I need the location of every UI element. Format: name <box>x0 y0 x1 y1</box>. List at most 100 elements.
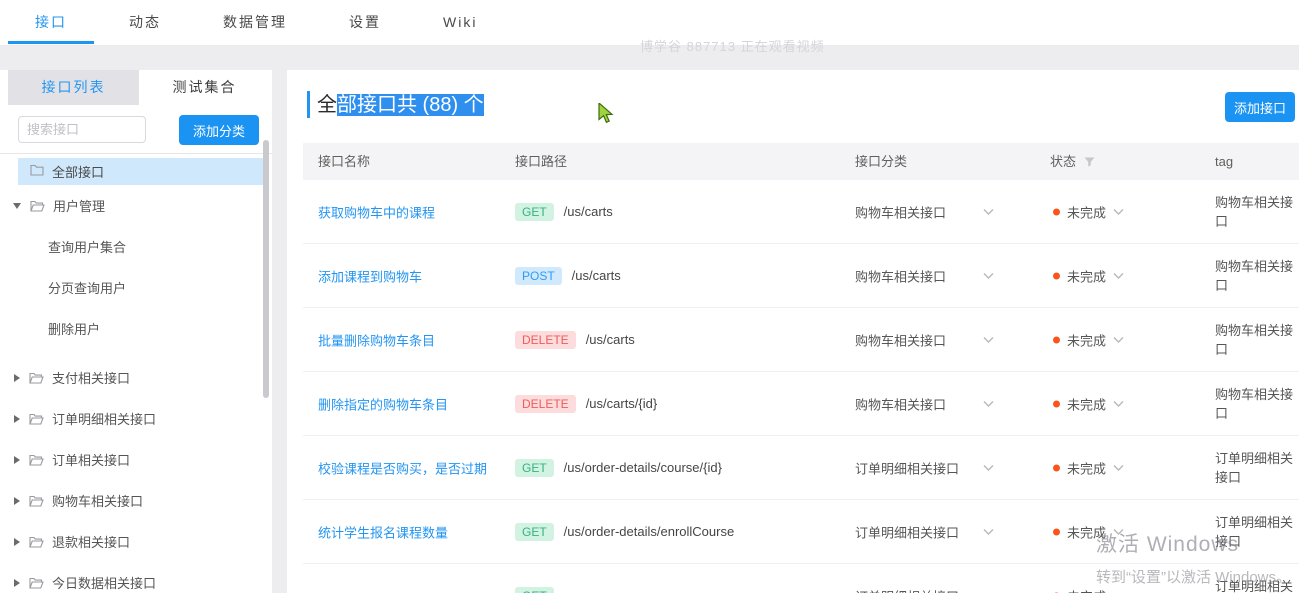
tree-group-cart[interactable]: 购物车相关接口 <box>0 480 272 521</box>
status-chevron-down-icon[interactable] <box>1113 464 1124 471</box>
caret-down-icon[interactable] <box>13 202 21 209</box>
api-path-cell: POST/us/carts <box>515 266 621 285</box>
caret-right-icon[interactable] <box>14 578 20 587</box>
api-path: /us/carts <box>563 204 613 219</box>
api-path: /us/carts/{id} <box>585 396 658 411</box>
status-label: 未完成 <box>1067 397 1107 412</box>
method-badge: DELETE <box>515 394 576 413</box>
api-path-cell: GET/us/order-details/enrollCourse <box>515 522 735 541</box>
header-path: 接口路径 <box>515 154 568 169</box>
status-label: 未完成 <box>1067 586 1106 593</box>
tree-group-label: 订单明细相关接口 <box>52 412 157 427</box>
status-chevron-down-icon[interactable] <box>1113 272 1124 279</box>
main-panel: 全部接口共 (88) 个 添加接口 接口名称 接口路径 接口分类 状态 tag … <box>287 70 1299 593</box>
status-chevron-down-icon[interactable] <box>1113 336 1124 343</box>
status-chevron-down-icon[interactable] <box>1113 400 1124 407</box>
tree-child-item[interactable]: 删除用户 <box>0 308 272 349</box>
api-name-link[interactable]: 校验课程是否购买，是否过期 <box>318 458 487 477</box>
tree-child-item[interactable]: 分页查询用户 <box>0 267 272 308</box>
category-chevron-down-icon[interactable] <box>983 208 994 215</box>
header-status: 状态 <box>1050 143 1095 180</box>
status-dropdown[interactable]: 未完成 <box>1053 522 1124 541</box>
caret-right-icon[interactable] <box>14 496 20 505</box>
status-dropdown[interactable]: 未完成 <box>1053 266 1124 285</box>
tree-group-orders[interactable]: 订单相关接口 <box>0 439 272 480</box>
api-name-link[interactable]: 获取购物车中的课程 <box>318 202 435 221</box>
page-title: 全部接口共 (88) 个 <box>317 92 484 118</box>
api-tag: 购物车相关接口 <box>1215 194 1294 229</box>
nav-tab-settings[interactable]: 设置 <box>349 0 381 45</box>
caret-right-icon[interactable] <box>14 455 20 464</box>
caret-right-icon[interactable] <box>14 414 20 423</box>
category-chevron-down-icon[interactable] <box>983 400 994 407</box>
header-status-label: 状态 <box>1050 154 1077 169</box>
api-table: 接口名称 接口路径 接口分类 状态 tag 获取购物车中的课程 GET/us/ca… <box>303 143 1299 593</box>
category-chevron-down-icon[interactable] <box>983 528 994 535</box>
api-category: 订单明细相关接口 <box>855 461 960 476</box>
nav-tab-interfaces[interactable]: 接口 <box>8 0 94 45</box>
status-filter-icon[interactable] <box>1084 155 1095 170</box>
tree-group-label: 订单相关接口 <box>52 453 131 468</box>
category-chevron-down-icon[interactable] <box>983 464 994 471</box>
status-dropdown[interactable]: 未完成 <box>1053 202 1124 221</box>
caret-right-icon[interactable] <box>14 537 20 546</box>
status-dot <box>1053 272 1060 279</box>
header-category: 接口分类 <box>855 154 908 169</box>
api-path-cell: GET/us/order-details/course/{id} <box>515 458 722 477</box>
api-category: 订单明细相关接口 <box>855 586 959 593</box>
api-tag: 购物车相关接口 <box>1215 322 1294 357</box>
folder-icon <box>29 454 44 466</box>
tree-child-item[interactable]: 查询用户集合 <box>0 226 272 267</box>
api-tag: 订单明细相关接口 <box>1215 514 1294 549</box>
nav-tab-dynamics[interactable]: 动态 <box>129 0 161 45</box>
sidebar-tabs: 接口列表 测试集合 <box>8 70 270 105</box>
nav-tab-wiki[interactable]: Wiki <box>443 0 477 45</box>
api-path: /us/carts <box>585 332 635 347</box>
caret-right-icon[interactable] <box>14 373 20 382</box>
search-input[interactable] <box>18 116 146 143</box>
api-row: 批量删除购物车条目 DELETE/us/carts 购物车相关接口 未完成 购物车相关接… <box>303 308 1299 372</box>
tree-group-payment[interactable]: 支付相关接口 <box>0 357 272 398</box>
sidebar-scrollbar-thumb[interactable] <box>263 140 269 398</box>
status-dot <box>1053 528 1060 535</box>
api-name-link[interactable]: 批量删除购物车条目 <box>318 330 435 349</box>
mouse-cursor <box>598 101 615 129</box>
category-chevron-down-icon[interactable] <box>983 336 994 343</box>
api-path: /us/order-details/enrollCourse <box>563 524 735 539</box>
add-interface-button[interactable]: 添加接口 <box>1225 92 1295 122</box>
add-category-button[interactable]: 添加分类 <box>179 115 259 145</box>
tree-group-refund[interactable]: 退款相关接口 <box>0 521 272 562</box>
method-badge: GET <box>515 458 554 477</box>
header-name: 接口名称 <box>318 154 371 169</box>
method-badge: POST <box>515 266 562 285</box>
status-chevron-down-icon[interactable] <box>1113 208 1124 215</box>
method-badge: GET <box>515 202 554 221</box>
tree-group-label: 支付相关接口 <box>52 371 131 386</box>
nav-tabs: 接口 动态 数据管理 设置 Wiki <box>0 0 477 45</box>
status-label: 未完成 <box>1067 461 1107 476</box>
nav-tab-data-management[interactable]: 数据管理 <box>223 0 287 45</box>
status-dropdown[interactable]: 未完成 <box>1053 330 1124 349</box>
tree-item-all-interfaces[interactable]: 全部接口 <box>18 158 263 185</box>
tree-item-label: 全部接口 <box>52 165 105 180</box>
api-name-link[interactable]: 统计学生报名课程数量 <box>318 522 448 541</box>
api-name-link[interactable]: 删除指定的购物车条目 <box>318 394 448 413</box>
tree-group-today-data[interactable]: 今日数据相关接口 <box>0 562 272 593</box>
api-name-link[interactable]: 添加课程到购物车 <box>318 266 422 285</box>
status-dropdown[interactable]: 未完成 <box>1053 458 1124 477</box>
tree-group-users[interactable]: 用户管理 <box>0 185 272 226</box>
status-chevron-down-icon[interactable] <box>1113 528 1124 535</box>
status-dropdown[interactable]: 未完成 <box>1053 586 1124 593</box>
status-dropdown[interactable]: 未完成 <box>1053 394 1124 413</box>
tab-interface-list[interactable]: 接口列表 <box>8 70 139 105</box>
api-row: GET订单明细相关接口未完成订单明细相关接口 <box>303 564 1299 593</box>
api-path: /us/carts <box>571 268 621 283</box>
api-row: 校验课程是否购买，是否过期 GET/us/order-details/course… <box>303 436 1299 500</box>
api-path-cell: DELETE/us/carts <box>515 330 635 349</box>
tree-group-order-details[interactable]: 订单明细相关接口 <box>0 398 272 439</box>
tab-test-collection[interactable]: 测试集合 <box>139 70 270 105</box>
folder-icon <box>29 495 44 507</box>
page-title-prefix: 全 <box>317 94 337 116</box>
category-chevron-down-icon[interactable] <box>983 272 994 279</box>
